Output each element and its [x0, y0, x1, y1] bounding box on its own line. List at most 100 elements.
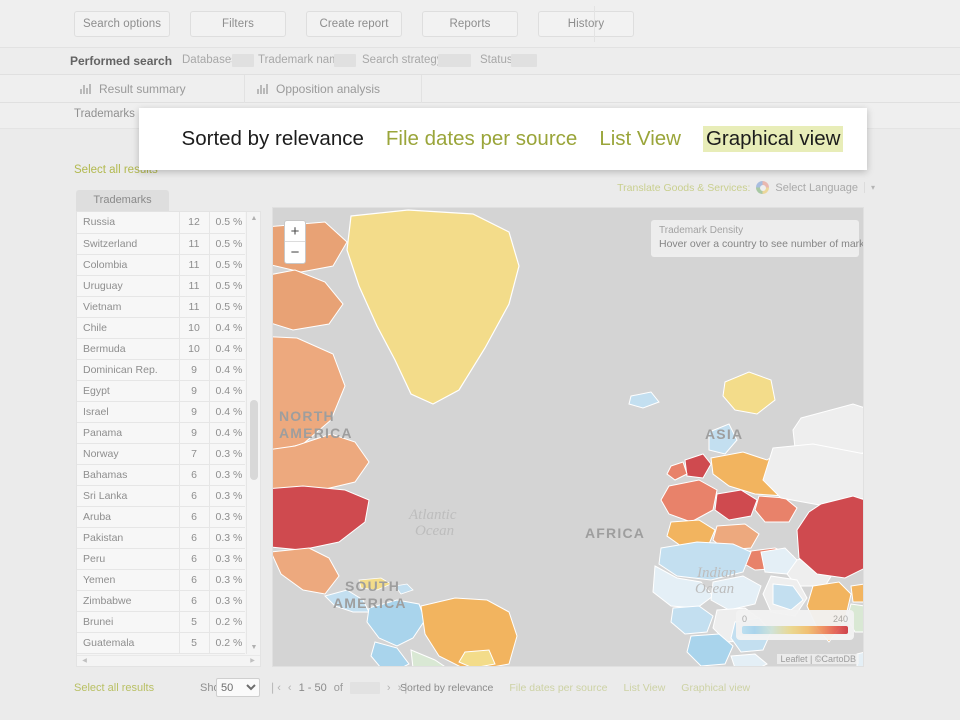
footer-file-dates-per-source[interactable]: File dates per source — [509, 682, 607, 694]
panel-tab-trademarks[interactable]: Trademarks — [76, 190, 169, 211]
footer-list-view[interactable]: List View — [623, 682, 665, 694]
overlay-file-dates-per-source[interactable]: File dates per source — [386, 127, 577, 151]
table-row[interactable]: Peru 6 0.3 % — [77, 548, 245, 570]
cell-country: Switzerland — [77, 233, 180, 255]
cell-count: 6 — [179, 569, 210, 591]
select-all-results-bottom[interactable]: Select all results — [74, 682, 154, 694]
prev-page-button[interactable]: ‹ — [288, 682, 292, 694]
table-row[interactable]: Bahamas 6 0.3 % — [77, 464, 245, 486]
footer-graphical-view[interactable]: Graphical view — [681, 682, 750, 694]
cell-country: Bahamas — [77, 464, 180, 486]
select-language-dropdown[interactable]: Select Language — [775, 182, 858, 194]
overlay-list-view[interactable]: List View — [599, 127, 681, 151]
filters-button[interactable]: Filters — [190, 11, 286, 37]
map-label-asia: ASIA — [705, 426, 743, 442]
cell-count: 9 — [179, 380, 210, 402]
table-row[interactable]: Aruba 6 0.3 % — [77, 506, 245, 528]
cell-percent: 0.3 % — [209, 464, 245, 486]
history-button[interactable]: History — [538, 11, 634, 37]
cell-count: 11 — [179, 233, 210, 255]
legend-color-ramp — [742, 626, 848, 634]
map-label-indian-ocean: Indian — [696, 565, 736, 581]
map-label-south-america-2: AMERICA — [333, 595, 407, 611]
country-table-panel: Russia 12 0.5 % Switzerland 11 0.5 % Colombia 1… — [76, 211, 261, 667]
cell-country: Chile — [77, 317, 180, 339]
first-page-button[interactable]: ❘‹ — [268, 681, 281, 694]
scrollbar-thumb[interactable] — [250, 400, 258, 480]
table-row[interactable]: Sri Lanka 6 0.3 % — [77, 485, 245, 507]
country-table: Russia 12 0.5 % Switzerland 11 0.5 % Colombia 1… — [77, 212, 245, 654]
cell-count: 9 — [179, 422, 210, 444]
zoom-in-button[interactable]: + — [285, 221, 305, 242]
cell-count: 12 — [179, 212, 210, 234]
cell-count: 6 — [179, 527, 210, 549]
map-label-atlantic-ocean: Atlantic — [408, 507, 457, 523]
cell-percent: 0.5 % — [209, 212, 245, 234]
scroll-up-icon[interactable]: ▲ — [247, 212, 261, 225]
table-row[interactable]: Russia 12 0.5 % — [77, 212, 245, 234]
table-row[interactable]: Colombia 11 0.5 % — [77, 254, 245, 276]
zoom-out-button[interactable]: − — [285, 242, 305, 263]
world-map[interactable]: NORTH AMERICA SOUTH AMERICA AFRICA ASIA … — [272, 207, 864, 667]
table-row[interactable]: Guatemala 5 0.2 % — [77, 632, 245, 654]
table-row[interactable]: Panama 9 0.4 % — [77, 422, 245, 444]
create-report-button[interactable]: Create report — [306, 11, 402, 37]
cell-count: 6 — [179, 506, 210, 528]
search-strategy-label: Search strategy: — [362, 54, 446, 66]
map-attribution[interactable]: Leaflet | ©CartoDB — [777, 654, 859, 664]
cell-count: 11 — [179, 296, 210, 318]
overlay-graphical-view[interactable]: Graphical view — [702, 126, 844, 152]
table-horizontal-scrollbar[interactable]: ◀ ▶ — [77, 655, 260, 666]
density-title: Trademark Density — [659, 225, 744, 236]
cell-count: 5 — [179, 611, 210, 633]
chevron-down-icon[interactable]: ▾ — [871, 183, 875, 192]
status-value — [511, 54, 537, 67]
scroll-down-icon[interactable]: ▼ — [247, 641, 261, 654]
cell-country: Sri Lanka — [77, 485, 180, 507]
table-vertical-scrollbar[interactable]: ▲ ▼ — [246, 212, 260, 654]
map-label-north-america: NORTH — [279, 408, 335, 424]
trademark-name-value — [334, 54, 356, 67]
next-page-button[interactable]: › — [387, 682, 391, 694]
footer-sorted-by-relevance[interactable]: Sorted by relevance — [400, 682, 493, 694]
table-row[interactable]: Pakistan 6 0.3 % — [77, 527, 245, 549]
table-row[interactable]: Yemen 6 0.3 % — [77, 569, 245, 591]
scroll-left-icon[interactable]: ◀ — [79, 656, 90, 667]
cell-country: Panama — [77, 422, 180, 444]
reports-button[interactable]: Reports — [422, 11, 518, 37]
legend-max-value: 240 — [832, 614, 848, 624]
table-row[interactable]: Brunei 5 0.2 % — [77, 611, 245, 633]
cell-percent: 0.3 % — [209, 548, 245, 570]
table-row[interactable]: Uruguay 11 0.5 % — [77, 275, 245, 297]
translate-label: Translate Goods & Services: — [617, 181, 751, 194]
of-label: of — [333, 681, 343, 694]
bar-chart-icon — [257, 84, 269, 94]
table-row[interactable]: Switzerland 11 0.5 % — [77, 233, 245, 255]
tab-opposition-analysis[interactable]: Opposition analysis — [245, 75, 422, 103]
legend-min-value: 0 — [742, 614, 748, 624]
scroll-right-icon[interactable]: ▶ — [247, 656, 258, 667]
map-zoom-controls[interactable]: + − — [284, 220, 306, 264]
cell-country: Egypt — [77, 380, 180, 402]
table-row[interactable]: Norway 7 0.3 % — [77, 443, 245, 465]
overlay-sorted-by-relevance[interactable]: Sorted by relevance — [182, 127, 364, 151]
map-label-north-america-2: AMERICA — [279, 425, 353, 441]
search-options-button[interactable]: Search options — [74, 11, 170, 37]
table-row[interactable]: Chile 10 0.4 % — [77, 317, 245, 339]
top-toolbar-buttons: Search options Filters Create report Report… — [74, 11, 634, 37]
table-row[interactable]: Bermuda 10 0.4 % — [77, 338, 245, 360]
page-size-select[interactable]: 50 — [216, 678, 260, 697]
search-strategy-value — [438, 54, 471, 67]
table-row[interactable]: Egypt 9 0.4 % — [77, 380, 245, 402]
table-row[interactable]: Israel 9 0.4 % — [77, 401, 245, 423]
application-window: Search options Filters Create report Report… — [0, 0, 960, 720]
cell-count: 9 — [179, 401, 210, 423]
map-label-atlantic-ocean-2: Ocean — [415, 523, 454, 539]
table-row[interactable]: Vietnam 11 0.5 % — [77, 296, 245, 318]
cell-country: Dominican Rep. — [77, 359, 180, 381]
cell-percent: 0.3 % — [209, 443, 245, 465]
tab-result-summary[interactable]: Result summary — [68, 75, 245, 103]
table-row[interactable]: Dominican Rep. 9 0.4 % — [77, 359, 245, 381]
table-row[interactable]: Zimbabwe 6 0.3 % — [77, 590, 245, 612]
pagination-controls: ❘‹ ‹ 1 - 50 of › ›❘ — [268, 681, 410, 694]
